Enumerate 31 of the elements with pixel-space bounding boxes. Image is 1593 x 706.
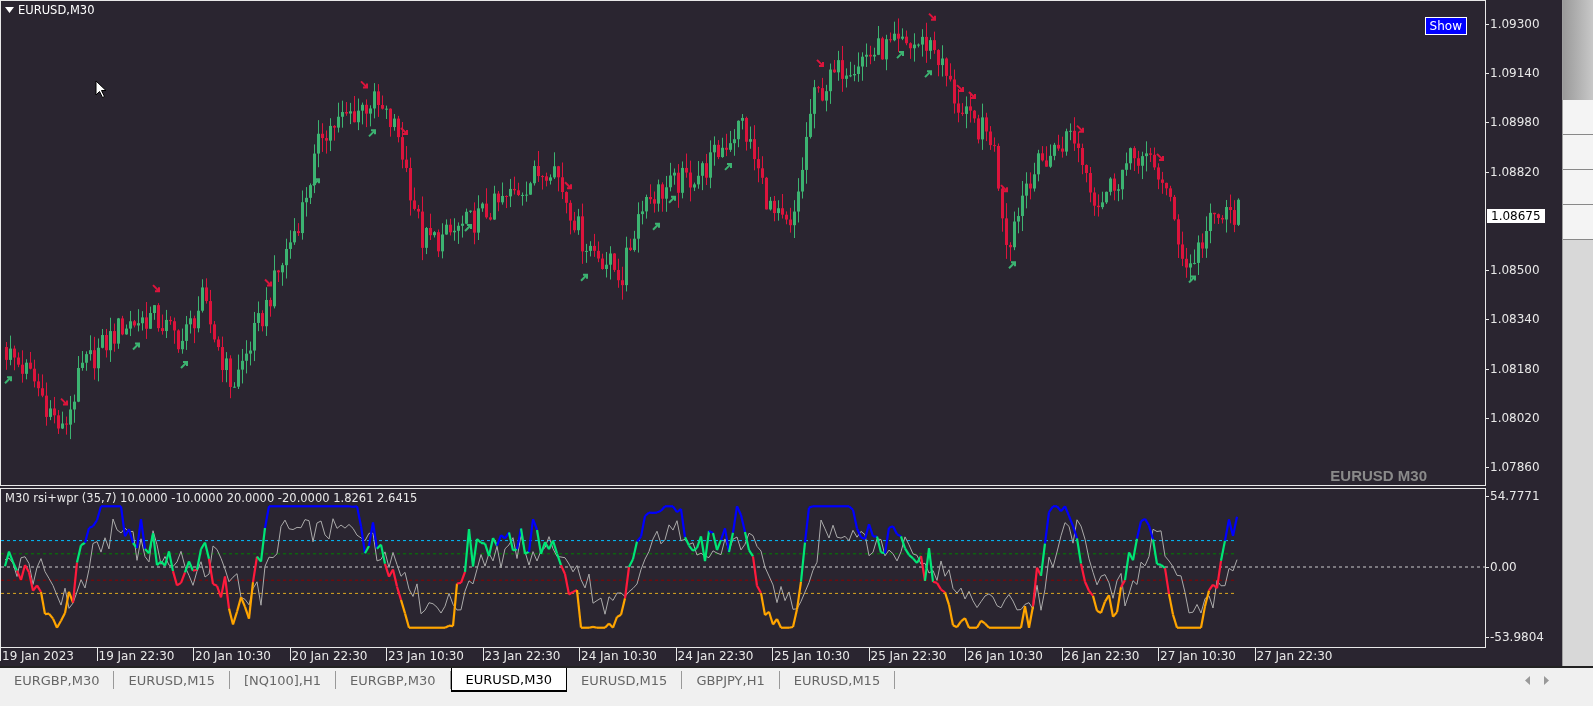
show-button[interactable]: Show xyxy=(1424,17,1467,35)
chart-tab[interactable]: EURUSD,M15 xyxy=(114,671,230,689)
time-axis-label: 19 Jan 22:30 xyxy=(96,648,175,661)
chart-tab[interactable]: EURGBP,M30 xyxy=(336,671,451,689)
indicator-title: M30 rsi+wpr (35,7) 10.0000 -10.0000 20.0000 -20.0000 1.8261 2.6415 xyxy=(5,491,418,505)
chart-title: EURUSD,M30 xyxy=(18,3,95,17)
chart-tab[interactable]: EURUSD,M30 xyxy=(450,668,567,692)
chart-tab[interactable]: EURGBP,M30 xyxy=(0,671,115,689)
time-axis-label: 23 Jan 10:30 xyxy=(386,648,464,661)
cursor-icon xyxy=(95,80,107,98)
current-price-label: 1.08675 xyxy=(1487,209,1545,224)
time-axis-label: 23 Jan 22:30 xyxy=(482,648,561,661)
scroll-left-icon[interactable] xyxy=(1525,675,1530,685)
time-axis-label: 25 Jan 22:30 xyxy=(868,648,947,661)
chart-tab[interactable]: GBPJPY,H1 xyxy=(682,671,780,689)
chart-tab[interactable]: EURUSD,M15 xyxy=(779,671,896,689)
time-axis-label: 27 Jan 10:30 xyxy=(1158,648,1236,661)
time-axis-label: 24 Jan 10:30 xyxy=(579,648,657,661)
scroll-right-icon[interactable] xyxy=(1544,675,1549,685)
dropdown-icon[interactable] xyxy=(5,7,14,13)
time-axis-label: 26 Jan 22:30 xyxy=(1061,648,1140,661)
time-axis-label: 20 Jan 22:30 xyxy=(289,648,368,661)
time-axis-label: 19 Jan 2023 xyxy=(0,648,74,661)
time-axis-label: 27 Jan 22:30 xyxy=(1254,648,1333,661)
time-axis-label: 24 Jan 22:30 xyxy=(675,648,754,661)
time-axis-label: 26 Jan 10:30 xyxy=(965,648,1043,661)
time-axis-label: 20 Jan 10:30 xyxy=(193,648,271,661)
symbol-label: EURUSD M30 xyxy=(1330,467,1427,484)
chart-tab[interactable]: EURUSD,M15 xyxy=(566,671,683,689)
time-axis-label: 25 Jan 10:30 xyxy=(772,648,850,661)
chart-tab[interactable]: [NQ100],H1 xyxy=(229,671,336,689)
